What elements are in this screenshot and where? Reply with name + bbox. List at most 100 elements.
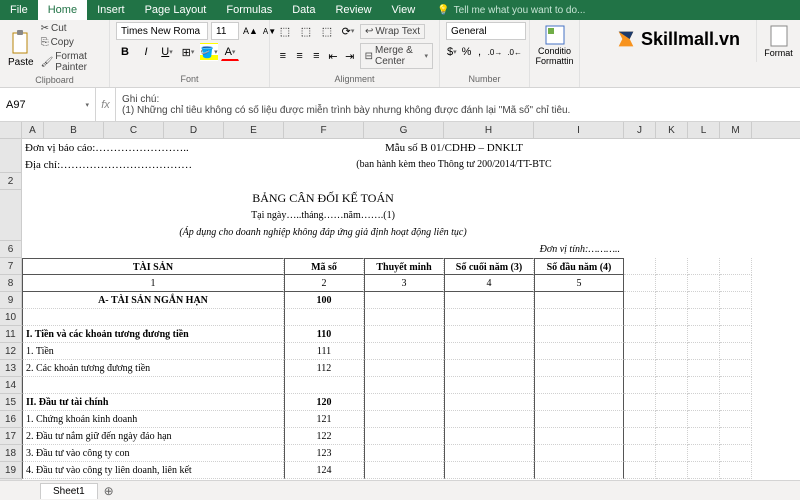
copy-button[interactable]: ⎘Copy [39, 36, 103, 49]
row-header[interactable] [0, 139, 21, 173]
indent-increase-button[interactable]: ⇥ [343, 47, 357, 65]
cell[interactable] [444, 445, 534, 462]
cell[interactable] [688, 292, 720, 309]
tab-page-layout[interactable]: Page Layout [135, 0, 217, 20]
indent-decrease-button[interactable]: ⇤ [326, 47, 340, 65]
column-header[interactable]: A [22, 122, 44, 138]
cell[interactable] [534, 377, 624, 394]
cell[interactable] [688, 394, 720, 411]
tab-view[interactable]: View [382, 0, 426, 20]
cell[interactable] [624, 275, 656, 292]
cell[interactable] [720, 326, 752, 343]
column-header[interactable]: H [444, 122, 534, 138]
cell[interactable] [656, 275, 688, 292]
percent-button[interactable]: % [461, 43, 473, 61]
cell[interactable] [22, 377, 284, 394]
sheet-tab[interactable]: Sheet1 [40, 483, 98, 499]
align-right-button[interactable]: ≡ [309, 47, 323, 65]
underline-button[interactable]: U▾ [158, 43, 176, 61]
fill-color-button[interactable]: 🪣▾ [200, 43, 218, 61]
cell[interactable]: Đơn vị báo cáo:…………………….. [22, 139, 284, 156]
cell[interactable] [656, 428, 688, 445]
bold-button[interactable]: B [116, 43, 134, 61]
cell[interactable] [624, 462, 656, 479]
paste-button[interactable]: Paste [6, 27, 36, 70]
cell[interactable]: 1. Tiền [22, 343, 284, 360]
cell[interactable] [444, 394, 534, 411]
tab-data[interactable]: Data [282, 0, 325, 20]
cell[interactable] [624, 394, 656, 411]
cell[interactable]: 2 [284, 275, 364, 292]
cell[interactable] [534, 360, 624, 377]
cell[interactable] [688, 377, 720, 394]
cell[interactable]: Số cuối năm (3) [444, 258, 534, 275]
align-top-button[interactable]: ⬚ [276, 22, 294, 40]
increase-decimal-button[interactable]: .0→ [487, 43, 504, 61]
cell[interactable] [534, 292, 624, 309]
align-bottom-button[interactable]: ⬚ [318, 22, 336, 40]
cell[interactable] [688, 462, 720, 479]
cell[interactable] [720, 360, 752, 377]
comma-button[interactable]: , [475, 43, 483, 61]
row-header[interactable]: 9 [0, 292, 21, 309]
fx-icon[interactable]: fx [96, 88, 116, 121]
cell[interactable] [688, 411, 720, 428]
cell[interactable] [364, 343, 444, 360]
cell[interactable] [656, 445, 688, 462]
cell[interactable]: 4 [444, 275, 534, 292]
cell[interactable]: Thuyết minh [364, 258, 444, 275]
format-button[interactable]: Format [762, 22, 795, 60]
cell[interactable] [444, 292, 534, 309]
row-header[interactable]: 16 [0, 411, 21, 428]
increase-font-button[interactable]: A▲ [242, 22, 259, 40]
tab-file[interactable]: File [0, 0, 38, 20]
row-header[interactable]: 14 [0, 377, 21, 394]
cell[interactable] [534, 462, 624, 479]
cell[interactable] [624, 258, 656, 275]
cell[interactable]: Mã số [284, 258, 364, 275]
cell[interactable]: 123 [284, 445, 364, 462]
orientation-button[interactable]: ⟳▾ [339, 22, 357, 40]
cell[interactable]: 120 [284, 394, 364, 411]
cell[interactable] [624, 343, 656, 360]
cell[interactable]: 124 [284, 462, 364, 479]
column-header[interactable]: D [164, 122, 224, 138]
cell[interactable] [444, 462, 534, 479]
cell[interactable]: Địa chỉ:……………………………… [22, 156, 284, 173]
cell[interactable] [720, 445, 752, 462]
cell[interactable] [656, 343, 688, 360]
cell[interactable] [364, 394, 444, 411]
row-header[interactable]: 12 [0, 343, 21, 360]
cell[interactable] [444, 428, 534, 445]
align-left-button[interactable]: ≡ [276, 47, 290, 65]
wrap-text-button[interactable]: ↩Wrap Text [360, 24, 425, 39]
column-header[interactable]: E [224, 122, 284, 138]
format-painter-button[interactable]: 🖌Format Painter [39, 50, 103, 74]
cell[interactable] [444, 343, 534, 360]
cell[interactable] [364, 377, 444, 394]
align-center-button[interactable]: ≡ [293, 47, 307, 65]
cell[interactable]: 3. Đầu tư vào công ty con [22, 445, 284, 462]
column-header[interactable]: I [534, 122, 624, 138]
font-name-select[interactable] [116, 22, 208, 40]
cell[interactable] [720, 258, 752, 275]
spreadsheet-grid[interactable]: 2 6 7 8 9 10 11 12 13 14 15 16 17 18 19 … [0, 122, 800, 480]
cell[interactable]: I. Tiền và các khoản tương đương tiền [22, 326, 284, 343]
cell[interactable] [656, 326, 688, 343]
cell[interactable]: 1. Chứng khoán kinh doanh [22, 411, 284, 428]
cell[interactable] [720, 343, 752, 360]
row-header[interactable] [0, 190, 21, 241]
cell[interactable] [688, 343, 720, 360]
cell[interactable] [688, 258, 720, 275]
cell[interactable] [624, 445, 656, 462]
cell[interactable]: Số đầu năm (4) [534, 258, 624, 275]
tab-home[interactable]: Home [38, 0, 87, 20]
cell[interactable] [534, 428, 624, 445]
cell[interactable] [624, 360, 656, 377]
cell[interactable] [656, 377, 688, 394]
column-header[interactable]: F [284, 122, 364, 138]
row-header[interactable]: 6 [0, 241, 21, 258]
row-header[interactable]: 18 [0, 445, 21, 462]
formula-input[interactable]: Ghi chú: (1) Những chỉ tiêu không có số … [116, 88, 800, 121]
row-header[interactable]: 19 [0, 462, 21, 479]
